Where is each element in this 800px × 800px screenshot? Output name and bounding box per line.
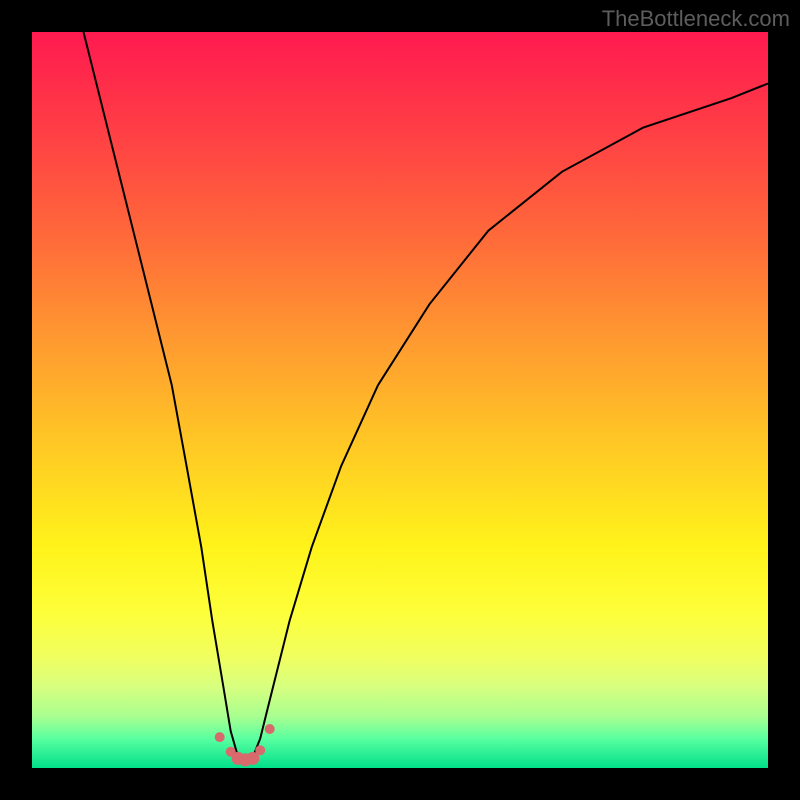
chart-frame: TheBottleneck.com (0, 0, 800, 800)
dip-marker (255, 745, 265, 755)
dip-marker (265, 724, 275, 734)
dip-marker (215, 732, 225, 742)
dip-markers (215, 724, 275, 766)
watermark-text: TheBottleneck.com (602, 6, 790, 32)
chart-svg (32, 32, 768, 768)
bottleneck-curve (84, 32, 769, 764)
